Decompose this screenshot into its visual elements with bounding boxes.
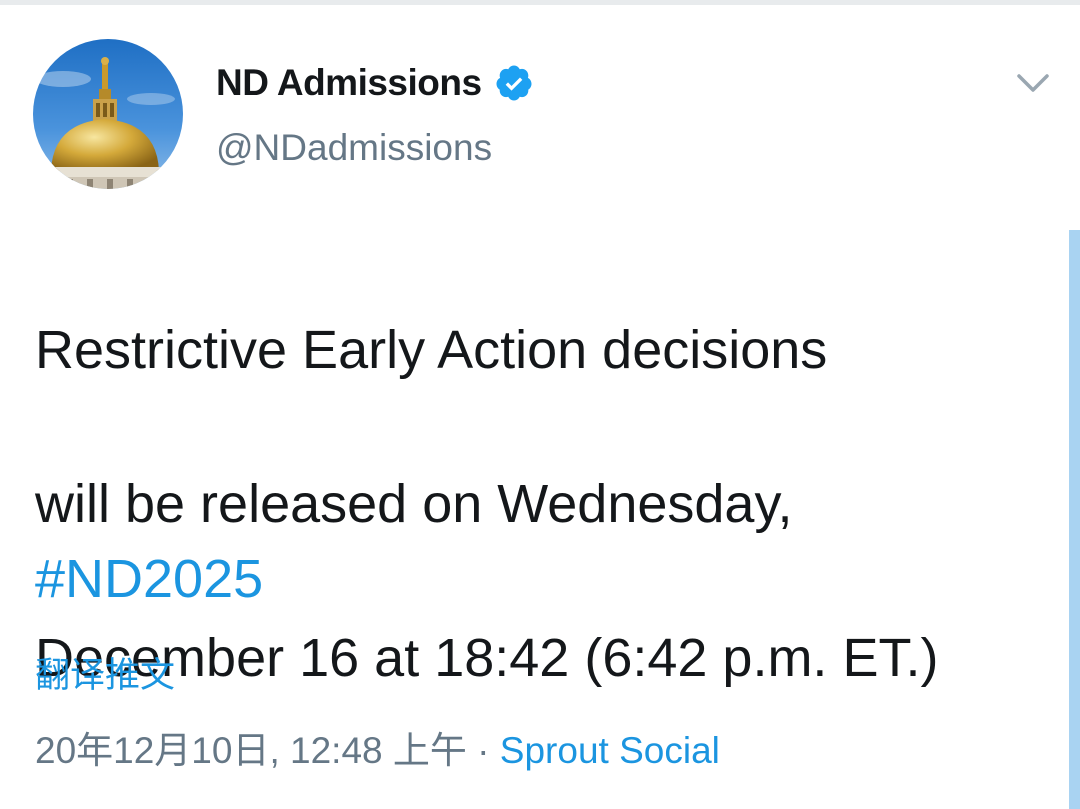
tweet-text-line: will be released on Wednesday, bbox=[35, 474, 793, 534]
tweet-text-line: Restrictive Early Action decisions bbox=[35, 320, 828, 380]
author-name-row[interactable]: ND Admissions bbox=[216, 58, 534, 108]
translate-tweet-link[interactable]: 翻译推文 bbox=[35, 652, 175, 700]
top-divider bbox=[0, 0, 1080, 5]
author-display-name[interactable]: ND Admissions bbox=[216, 62, 482, 104]
meta-separator: · bbox=[466, 730, 500, 771]
golden-dome-avatar-icon bbox=[33, 39, 183, 189]
verified-badge-icon bbox=[494, 63, 534, 103]
author-avatar[interactable] bbox=[33, 39, 183, 189]
tweet-detail-view: ND Admissions @NDadmissions Restrictive … bbox=[0, 0, 1080, 809]
scroll-indicator bbox=[1069, 230, 1080, 809]
hashtag-link[interactable]: #ND2025 bbox=[35, 544, 263, 614]
author-handle[interactable]: @NDadmissions bbox=[216, 127, 492, 169]
tweet-timestamp[interactable]: 20年12月10日, 12:48 上午 bbox=[35, 730, 467, 771]
tweet-text: Restrictive Early Action decisions will … bbox=[35, 235, 1055, 774]
tweet-source-link[interactable]: Sprout Social bbox=[500, 730, 720, 771]
chevron-down-icon[interactable] bbox=[1013, 64, 1053, 104]
tweet-meta-row: 20年12月10日, 12:48 上午 · Sprout Social bbox=[35, 725, 720, 777]
tweet-text-line: December 16 at 18:42 (6:42 p.m. ET.) bbox=[35, 628, 939, 688]
